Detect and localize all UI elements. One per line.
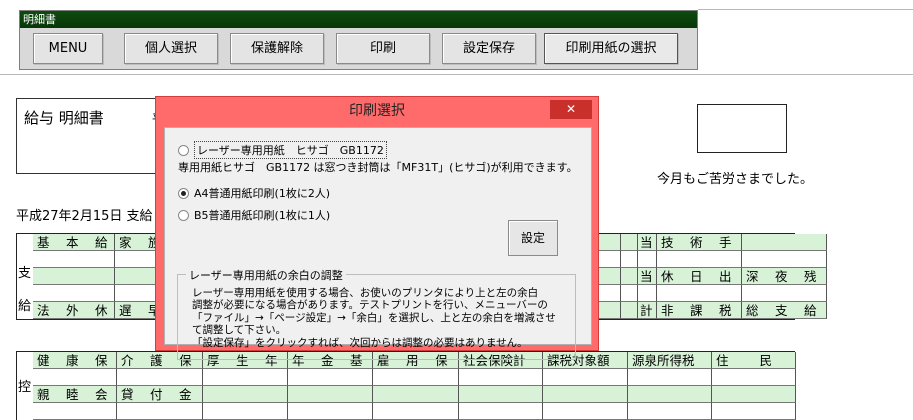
instruction-line: 調整が必要になる場合があります。テストプリントを行い、メニューバーの (192, 299, 548, 312)
table-cell (628, 369, 712, 386)
instruction-line: 「設定保存」をクリックすれば、次回からは調整の必要はありません。 (192, 336, 528, 349)
toolbar-title: 明細書 (20, 11, 697, 28)
divider (698, 9, 913, 10)
deduction-label: 控 (18, 380, 32, 395)
table-cell: 住 民 税 (712, 352, 796, 369)
menu-button[interactable]: MENU (33, 33, 103, 64)
table-cell: 健 康 保 険 (33, 352, 117, 369)
table-cell (373, 403, 459, 420)
table-cell (117, 369, 203, 386)
table-cell (288, 386, 373, 403)
stamp-box (697, 104, 787, 153)
table-cell (657, 285, 742, 302)
table-cell: 休 日 出 勤 (657, 268, 742, 285)
pay-label-bottom: 給 (18, 299, 32, 314)
b5-plain-radio[interactable]: B5普通用紙印刷(1枚に1人) (178, 207, 330, 223)
table-cell (459, 369, 543, 386)
deduction-value-row (33, 369, 796, 386)
table-cell (288, 369, 373, 386)
table-cell (459, 403, 543, 420)
pay-label-top: 支 (18, 266, 32, 281)
table-cell: 計 (638, 302, 657, 319)
table-cell (203, 386, 288, 403)
select-person-button[interactable]: 個人選択 (124, 33, 218, 64)
table-cell (657, 251, 742, 268)
pay-date: 平成27年2月15日 支給 (16, 209, 153, 224)
table-cell: 当 (638, 268, 657, 285)
radio-icon (178, 144, 189, 156)
table-cell: 深 夜 残 業 (742, 268, 827, 285)
table-cell (543, 386, 628, 403)
table-cell (117, 403, 203, 420)
table-cell (621, 234, 638, 251)
a4-plain-radio[interactable]: A4普通用紙印刷(1枚に2人) (178, 185, 330, 201)
table-cell: 親 睦 会 (33, 386, 117, 403)
table-cell (638, 285, 657, 302)
table-cell: 基 本 給 (33, 234, 115, 251)
save-settings-button[interactable]: 設定保存 (442, 33, 536, 64)
table-cell: 当 (638, 234, 657, 251)
close-button[interactable]: ✕ (550, 100, 592, 119)
setting-button[interactable]: 設定 (508, 220, 558, 256)
table-cell (203, 369, 288, 386)
laser-paper-label: レーザー専用用紙 ヒサゴ GB1172 (194, 141, 387, 159)
thanks-message: 今月もご苦労さまでした。 (657, 172, 814, 187)
table-cell: 源泉所得税 (628, 352, 712, 369)
table-cell (33, 403, 117, 420)
table-cell (628, 386, 712, 403)
table-cell (621, 285, 638, 302)
table-cell (712, 403, 796, 420)
table-cell (742, 285, 827, 302)
divider (0, 74, 913, 75)
table-cell (638, 251, 657, 268)
table-cell (712, 386, 796, 403)
envelope-note: 専用用紙ヒサゴ GB1172 は窓つき封筒は「MF31T」(ヒサゴ)が利用できま… (178, 161, 578, 174)
table-cell (621, 268, 638, 285)
margin-instructions: レーザー専用用紙を使用する場合、お使いのプリンタにより上と左の余白 調整が必要に… (192, 287, 556, 349)
table-cell: 法 外 休 出 (33, 302, 115, 319)
table-cell (373, 386, 459, 403)
deduction-value-row-2 (33, 403, 796, 420)
select-paper-button[interactable]: 印刷用紙の選択 (544, 33, 678, 64)
payslip-title: 給与 明細書 (24, 109, 104, 127)
table-cell (33, 251, 115, 268)
table-cell (203, 403, 288, 420)
dialog-body: レーザー専用用紙 ヒサゴ GB1172 専用用紙ヒサゴ GB1172 は窓つき封… (164, 127, 592, 360)
table-cell (33, 369, 117, 386)
print-button[interactable]: 印刷 (336, 33, 430, 64)
print-select-dialog: 印刷選択 ✕ レーザー専用用紙 ヒサゴ GB1172 専用用紙ヒサゴ GB117… (155, 96, 599, 360)
table-cell: 非 課 税 計 (657, 302, 742, 319)
radio-icon (178, 209, 189, 221)
table-cell (742, 251, 827, 268)
a4-plain-label: A4普通用紙印刷(1枚に2人) (194, 187, 331, 200)
table-cell: 技 術 手 当 (657, 234, 742, 251)
instruction-line: て調整して下さい。 (192, 324, 287, 337)
table-cell: 総 支 給 額 (742, 302, 827, 319)
instruction-line: 「ファイル」→「ページ設定」→「余白」を選択し、上と左の余白を増減させ (192, 311, 556, 324)
table-cell (288, 403, 373, 420)
unprotect-button[interactable]: 保護解除 (230, 33, 324, 64)
table-cell (742, 234, 827, 251)
table-cell (543, 369, 628, 386)
table-cell (628, 403, 712, 420)
table-cell (543, 403, 628, 420)
table-cell (33, 285, 115, 302)
table-cell (33, 268, 115, 285)
toolbar-window: 明細書 MENU 個人選択 保護解除 印刷 設定保存 印刷用紙の選択 (19, 10, 698, 70)
radio-selected-icon (178, 187, 189, 199)
deduction-header-row-2: 親 睦 会 貸 付 金 (33, 386, 796, 403)
margin-adjust-group: レーザー専用用紙の余白の調整 レーザー専用用紙を使用する場合、お使いのプリンタに… (177, 267, 576, 360)
table-cell (621, 302, 638, 319)
margin-group-legend: レーザー専用用紙の余白の調整 (186, 267, 346, 283)
table-cell (373, 369, 459, 386)
instruction-line: レーザー専用用紙を使用する場合、お使いのプリンタにより上と左の余白 (192, 287, 539, 299)
table-cell: 貸 付 金 (117, 386, 203, 403)
dialog-title: 印刷選択 (349, 103, 405, 119)
laser-paper-radio[interactable]: レーザー専用用紙 ヒサゴ GB1172 (178, 141, 387, 159)
table-cell (459, 386, 543, 403)
b5-plain-label: B5普通用紙印刷(1枚に1人) (194, 209, 331, 222)
table-cell (621, 251, 638, 268)
table-cell (712, 369, 796, 386)
